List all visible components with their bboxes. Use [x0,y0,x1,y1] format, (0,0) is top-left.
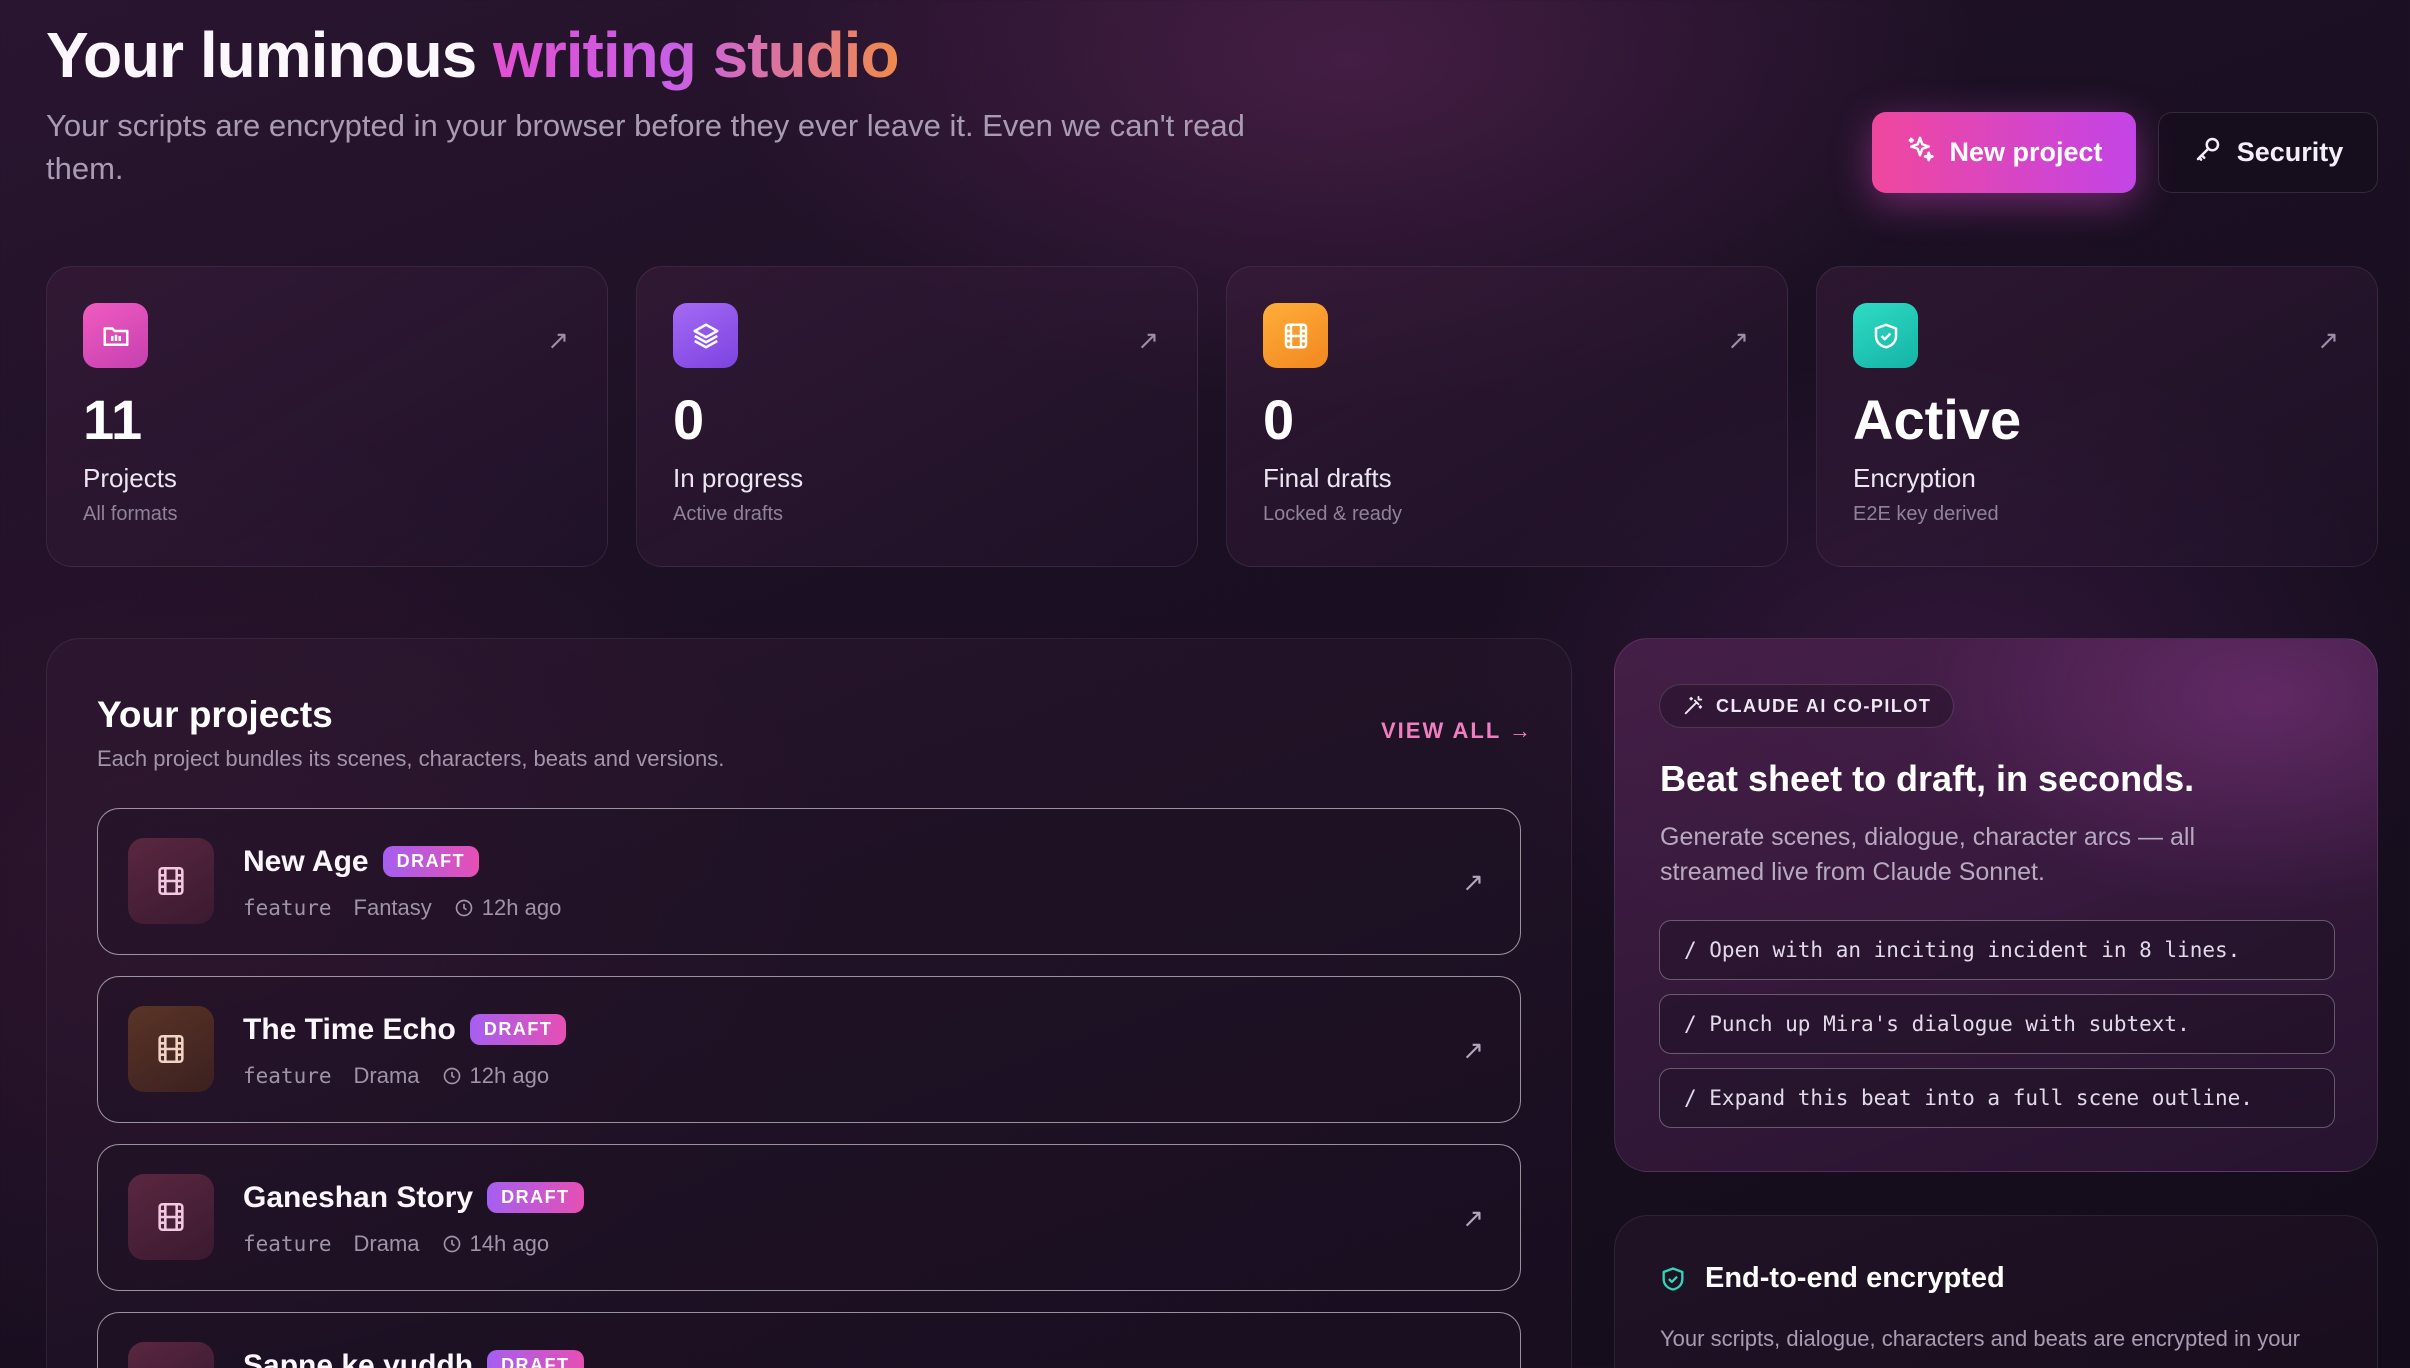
project-name: Sapne ke yuddh [243,1349,474,1368]
project-meta: feature Drama 12h ago [243,1063,549,1089]
copilot-chip: CLAUDE AI CO-PILOT [1659,684,1955,728]
stat-label: Projects [83,463,177,493]
magic-wand-icon [1684,695,1703,715]
arrow-up-right-icon: ↗ [2317,325,2339,355]
key-icon [2193,134,2223,171]
arrow-up-right-icon: ↗ [1727,325,1749,355]
projects-title: Your projects [97,694,333,735]
arrow-up-right-icon: ↗ [547,325,569,355]
project-updated-text: 14h ago [469,1231,550,1256]
project-name: New Age [243,845,369,878]
stat-value: 0 [673,388,705,451]
stat-sub: All formats [83,503,178,525]
project-genre: Drama [353,1231,420,1256]
stat-sub: Locked & ready [1263,503,1402,525]
status-badge: DRAFT [382,846,480,877]
stat-label: Encryption [1853,463,1976,493]
copilot-description: Generate scenes, dialogue, character arc… [1660,823,2195,886]
stat-card-projects[interactable]: ↗ 11 Projects All formats [46,266,608,567]
arrow-up-right-icon: ↗ [1462,867,1484,897]
stat-card-encryption[interactable]: ↗ Active Encryption E2E key derived [1816,266,2378,567]
stat-card-in-progress[interactable]: ↗ 0 In progress Active drafts [636,266,1198,567]
prompt-suggestion[interactable]: / Expand this beat into a full scene out… [1659,1068,2335,1128]
project-format: feature [243,1064,332,1088]
clock-icon [443,1235,460,1253]
page-title-highlight: writing studio [493,19,899,91]
clock-icon [455,899,473,917]
sparkle-icon [1905,134,1935,171]
project-meta: feature Drama 14h ago [243,1231,549,1257]
film-icon [1263,303,1328,368]
page-subtitle: Your scripts are encrypted in your brows… [46,108,1245,186]
status-badge: DRAFT [487,1182,584,1213]
film-icon [128,1342,214,1368]
stat-card-final-drafts[interactable]: ↗ 0 Final drafts Locked & ready [1226,266,1788,567]
clock-icon [443,1067,460,1085]
new-project-label: New project [1949,137,2103,167]
arrow-up-right-icon: ↗ [1137,325,1159,355]
project-genre: Drama [353,1063,420,1088]
project-name: The Time Echo [243,1013,456,1046]
view-all-link[interactable]: VIEW ALL → [1381,718,1533,744]
folder-icon [83,303,148,368]
project-updated: 12h ago [442,1063,550,1089]
status-badge: DRAFT [487,1350,584,1368]
prompt-suggestion[interactable]: / Open with an inciting incident in 8 li… [1659,920,2335,980]
stat-value: Active [1853,388,2022,451]
project-row[interactable]: New Age DRAFT feature Fantasy 12h ago ↗ [97,808,1521,955]
stat-label: In progress [673,463,804,493]
arrow-up-right-icon: ↗ [1462,1203,1484,1233]
stat-sub: Active drafts [673,503,784,525]
layers-icon [673,303,738,368]
encryption-title-text: End-to-end encrypted [1705,1262,2005,1294]
page-title: Your luminous writing studio [46,18,900,92]
project-updated-text: 12h ago [469,1063,550,1088]
shield-icon [1853,303,1918,368]
new-project-button[interactable]: New project [1872,112,2136,193]
film-icon [128,1174,214,1260]
stat-value: 0 [1263,388,1295,451]
encryption-title: End-to-end encrypted [1659,1262,2005,1295]
project-updated: 12h ago [454,895,562,921]
project-meta: feature Fantasy 12h ago [243,895,561,921]
stat-sub: E2E key derived [1853,503,1999,525]
film-icon [128,838,214,924]
security-label: Security [2236,137,2344,167]
page-title-plain: Your luminous [46,19,477,91]
copilot-title: Beat sheet to draft, in seconds. [1660,758,2195,799]
project-format: feature [243,896,332,920]
projects-description: Each project bundles its scenes, charact… [97,746,725,771]
project-updated-text: 12h ago [481,895,562,920]
security-button[interactable]: Security [2158,112,2378,193]
project-genre: Fantasy [353,895,432,920]
project-row[interactable]: Sapne ke yuddh DRAFT [97,1312,1521,1368]
project-name-line: New Age DRAFT [243,845,480,879]
stat-label: Final drafts [1263,463,1392,493]
arrow-up-right-icon: ↗ [1462,1035,1484,1065]
project-row[interactable]: Ganeshan Story DRAFT feature Drama 14h ag… [97,1144,1521,1291]
copilot-chip-label: CLAUDE AI CO-PILOT [1716,695,1932,716]
project-name: Ganeshan Story [243,1181,474,1214]
film-icon [128,1006,214,1092]
project-name-line: Sapne ke yuddh DRAFT [243,1349,584,1368]
project-row[interactable]: The Time Echo DRAFT feature Drama 12h ago… [97,976,1521,1123]
project-format: feature [243,1232,332,1256]
project-name-line: Ganeshan Story DRAFT [243,1181,584,1215]
encryption-description: Your scripts, dialogue, characters and b… [1660,1326,2300,1351]
prompt-suggestion[interactable]: / Punch up Mira's dialogue with subtext. [1659,994,2335,1054]
project-name-line: The Time Echo DRAFT [243,1013,567,1047]
shield-check-icon [1662,1266,1684,1291]
stat-value: 11 [83,388,143,451]
status-badge: DRAFT [469,1014,567,1045]
project-updated: 14h ago [442,1231,550,1257]
